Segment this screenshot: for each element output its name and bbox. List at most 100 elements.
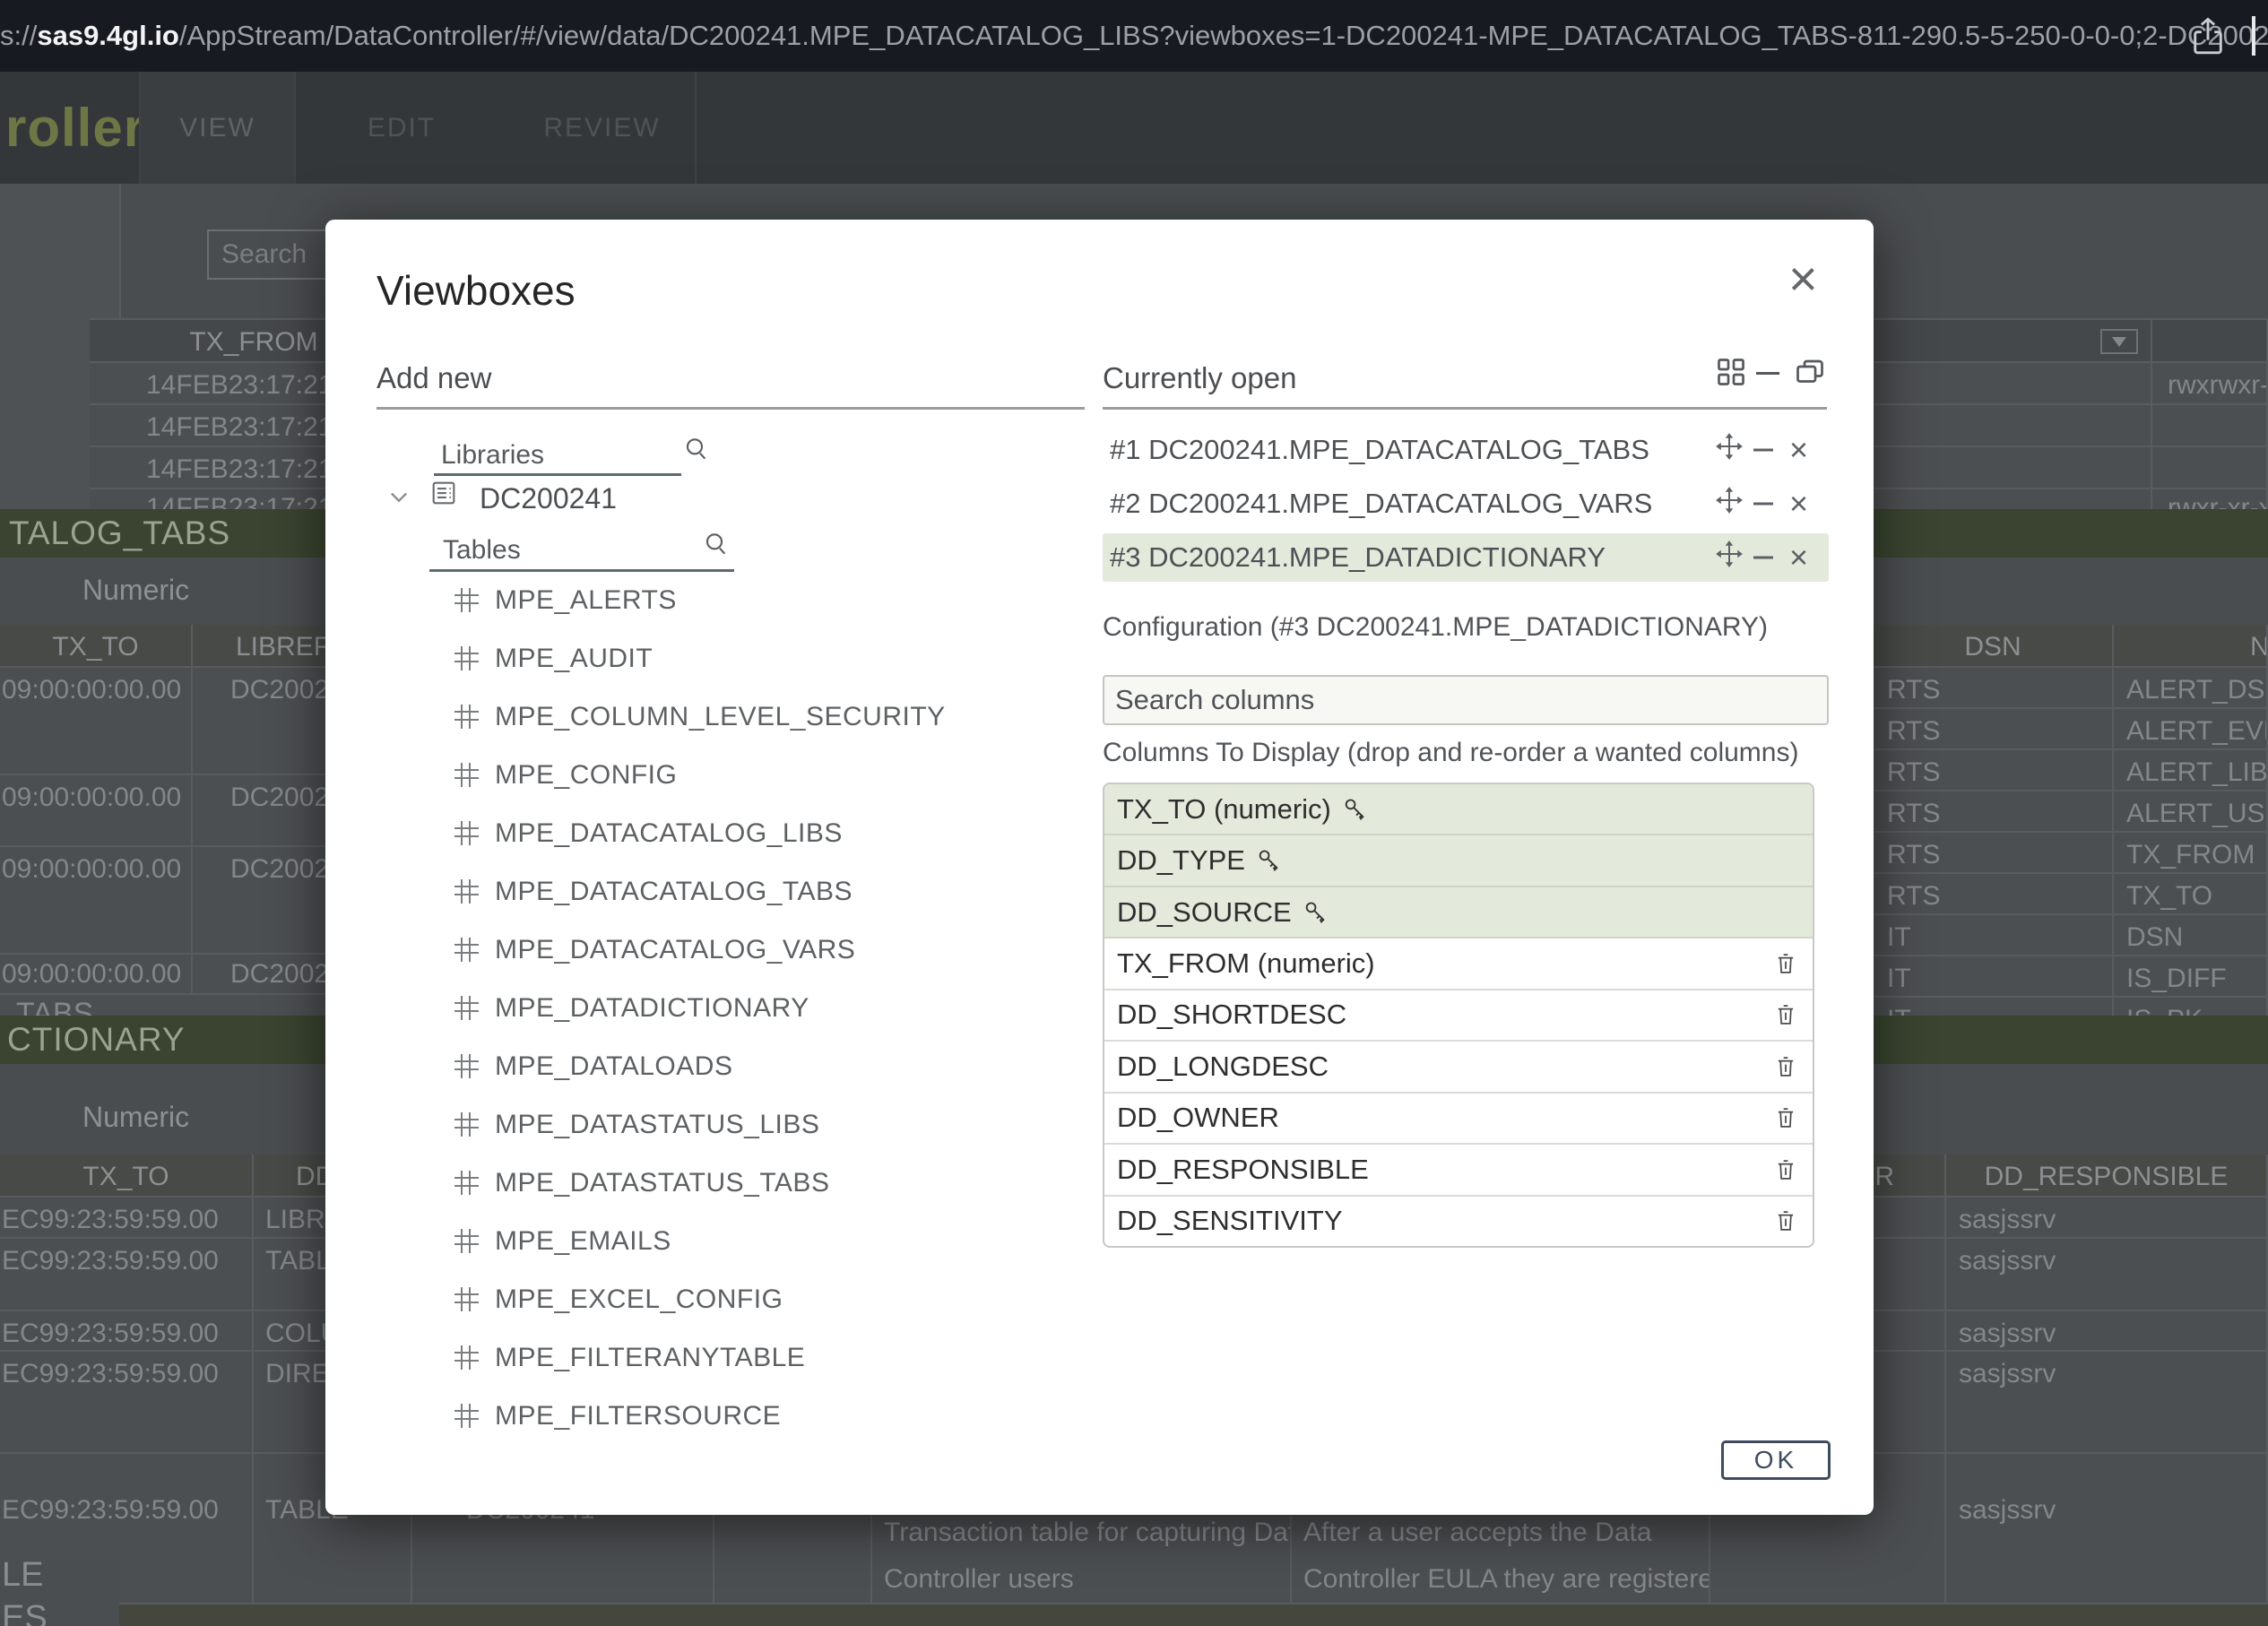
column-label: DD_LONGDESC bbox=[1117, 1051, 1329, 1083]
column-row[interactable]: DD_SENSITIVITY bbox=[1104, 1197, 1813, 1246]
edge-fragment: LE bbox=[2, 1561, 43, 1595]
table-cell: 09:00:00:00.00 bbox=[0, 668, 193, 775]
table-item[interactable]: MPE_DATADICTIONARY bbox=[454, 979, 809, 1037]
table-cell: EC99:23:59:59.00 bbox=[0, 1311, 254, 1352]
table-item[interactable]: MPE_EXCEL_CONFIG bbox=[454, 1270, 783, 1328]
minimize-icon[interactable] bbox=[1753, 557, 1773, 559]
table-item[interactable]: MPE_DATACATALOG_TABS bbox=[454, 862, 853, 921]
viewbox1-title: TALOG_TABS bbox=[0, 515, 230, 552]
table-cell: sasjssrv bbox=[1946, 1239, 2268, 1311]
move-icon[interactable] bbox=[1714, 485, 1744, 523]
table-icon bbox=[454, 938, 479, 962]
longdesc-line: Controller EULA they are registered bbox=[1303, 1556, 1709, 1603]
close-icon[interactable]: × bbox=[1788, 254, 1818, 304]
move-icon[interactable] bbox=[1714, 431, 1744, 469]
minimize-icon[interactable] bbox=[1753, 503, 1773, 506]
section-divider bbox=[377, 407, 1085, 410]
table-item[interactable]: MPE_DATACATALOG_VARS bbox=[454, 921, 855, 979]
share-icon[interactable] bbox=[2187, 14, 2229, 59]
trash-icon[interactable] bbox=[1773, 1157, 1798, 1182]
table-cell: IT bbox=[1874, 998, 2114, 1016]
close-viewbox-icon[interactable]: × bbox=[1789, 488, 1808, 520]
search-icon[interactable] bbox=[682, 435, 711, 463]
search-icon[interactable] bbox=[702, 530, 731, 558]
tab-view[interactable]: VIEW bbox=[141, 72, 294, 184]
libraries-input[interactable]: Libraries bbox=[441, 440, 544, 471]
move-icon[interactable] bbox=[1714, 539, 1744, 576]
table-item-label: MPE_DATACATALOG_TABS bbox=[495, 877, 853, 907]
trash-icon[interactable] bbox=[1773, 1002, 1798, 1027]
table-item[interactable]: MPE_ALERTS bbox=[454, 571, 677, 629]
open-viewbox-row[interactable]: #1 DC200241.MPE_DATACATALOG_TABS × bbox=[1103, 428, 1829, 472]
table-cell: TX_TO bbox=[2114, 874, 2268, 915]
filter-dropdown-icon bbox=[2112, 337, 2126, 347]
column-row-key[interactable]: TX_TO (numeric) bbox=[1104, 784, 1813, 835]
url-path: /AppStream/DataController/#/view/data/DC… bbox=[179, 20, 2268, 52]
longdesc-line: After a user accepts the Data bbox=[1303, 1509, 1709, 1556]
table-item[interactable]: MPE_DATASTATUS_LIBS bbox=[454, 1095, 819, 1154]
chevron-down-icon[interactable] bbox=[386, 484, 411, 509]
table-item[interactable]: MPE_FILTERSOURCE bbox=[454, 1387, 781, 1445]
search-columns-input[interactable] bbox=[1103, 675, 1829, 725]
table-cell: rwxr-xr-x r bbox=[2152, 489, 2268, 511]
table-cell: RTS bbox=[1874, 833, 2114, 874]
table-item[interactable]: MPE_DATALOADS bbox=[454, 1037, 732, 1095]
table-item[interactable]: MPE_CONFIG bbox=[454, 746, 677, 804]
table-cell: IT bbox=[1874, 956, 2114, 998]
column-row-key[interactable]: DD_SOURCE bbox=[1104, 887, 1813, 938]
table-item-label: MPE_FILTERSOURCE bbox=[495, 1401, 781, 1431]
cascade-icon[interactable] bbox=[1794, 356, 1826, 388]
table-icon bbox=[454, 1054, 479, 1078]
table-item[interactable]: MPE_DATACATALOG_LIBS bbox=[454, 804, 843, 862]
table-cell: sasjssrv bbox=[1946, 1311, 2268, 1352]
column-row[interactable]: DD_LONGDESC bbox=[1104, 1042, 1813, 1093]
open-viewbox-row-selected[interactable]: #3 DC200241.MPE_DATADICTIONARY × bbox=[1103, 533, 1829, 582]
ok-button[interactable]: OK bbox=[1721, 1440, 1831, 1480]
column-row[interactable]: DD_SHORTDESC bbox=[1104, 990, 1813, 1042]
trash-icon[interactable] bbox=[1773, 1208, 1798, 1233]
table-item-label: MPE_DATASTATUS_LIBS bbox=[495, 1110, 819, 1140]
open-viewbox-row[interactable]: #2 DC200241.MPE_DATACATALOG_VARS × bbox=[1103, 481, 1829, 526]
grid-layout-icon[interactable] bbox=[1715, 356, 1747, 388]
minimize-icon[interactable] bbox=[1753, 449, 1773, 452]
trash-icon[interactable] bbox=[1773, 1105, 1798, 1130]
trash-icon[interactable] bbox=[1773, 1054, 1798, 1079]
tab-edit[interactable]: EDIT bbox=[294, 72, 509, 184]
table-cell: RTS bbox=[1874, 668, 2114, 709]
table-cell: TX_FROM bbox=[2114, 833, 2268, 874]
table-icon bbox=[454, 588, 479, 612]
column-row-key[interactable]: DD_TYPE bbox=[1104, 835, 1813, 887]
table-cell: sasjssrv bbox=[1946, 1454, 2268, 1604]
library-node[interactable]: DC200241 bbox=[480, 482, 617, 515]
configuration-label: Configuration (#3 DC200241.MPE_DATADICTI… bbox=[1103, 612, 1768, 643]
table-item[interactable]: MPE_COLUMN_LEVEL_SECURITY bbox=[454, 688, 946, 746]
table-item-label: MPE_AUDIT bbox=[495, 644, 653, 674]
close-viewbox-icon[interactable]: × bbox=[1789, 434, 1808, 466]
trash-icon[interactable] bbox=[1773, 951, 1798, 976]
table-item[interactable]: MPE_FILTERANYTABLE bbox=[454, 1328, 805, 1387]
column-row[interactable]: DD_OWNER bbox=[1104, 1094, 1813, 1145]
columns-list: TX_TO (numeric) DD_TYPE DD_SOURCE TX_FRO… bbox=[1103, 783, 1814, 1248]
table-cell: sasjssrv bbox=[1946, 1198, 2268, 1239]
table-item-label: MPE_DATALOADS bbox=[495, 1051, 732, 1082]
tab-review[interactable]: REVIEW bbox=[509, 72, 695, 184]
column-row[interactable]: DD_RESPONSIBLE bbox=[1104, 1145, 1813, 1196]
table-icon bbox=[454, 996, 479, 1020]
browser-address-bar[interactable]: s://sas9.4gl.io/AppStream/DataController… bbox=[0, 0, 2268, 72]
key-icon bbox=[1342, 797, 1367, 822]
table-cell: 09:00:00:00.00 bbox=[0, 775, 193, 847]
url-host: sas9.4gl.io bbox=[37, 20, 179, 52]
table-icon bbox=[454, 646, 479, 670]
tables-input[interactable]: Tables bbox=[443, 535, 521, 566]
column-row[interactable]: TX_FROM (numeric) bbox=[1104, 938, 1813, 990]
table-cell: EC99:23:59:59.00 bbox=[0, 1198, 254, 1239]
table-icon bbox=[454, 1112, 479, 1137]
minimize-all-icon[interactable] bbox=[1756, 372, 1779, 375]
close-viewbox-icon[interactable]: × bbox=[1789, 541, 1808, 574]
table-item[interactable]: MPE_DATASTATUS_TABS bbox=[454, 1154, 829, 1212]
table-item[interactable]: MPE_AUDIT bbox=[454, 629, 653, 688]
column-header: TX_TO bbox=[0, 625, 193, 668]
table-item-label: MPE_DATADICTIONARY bbox=[495, 993, 809, 1024]
table-cell: ALERT_USER bbox=[2114, 791, 2268, 833]
table-item[interactable]: MPE_EMAILS bbox=[454, 1212, 671, 1270]
